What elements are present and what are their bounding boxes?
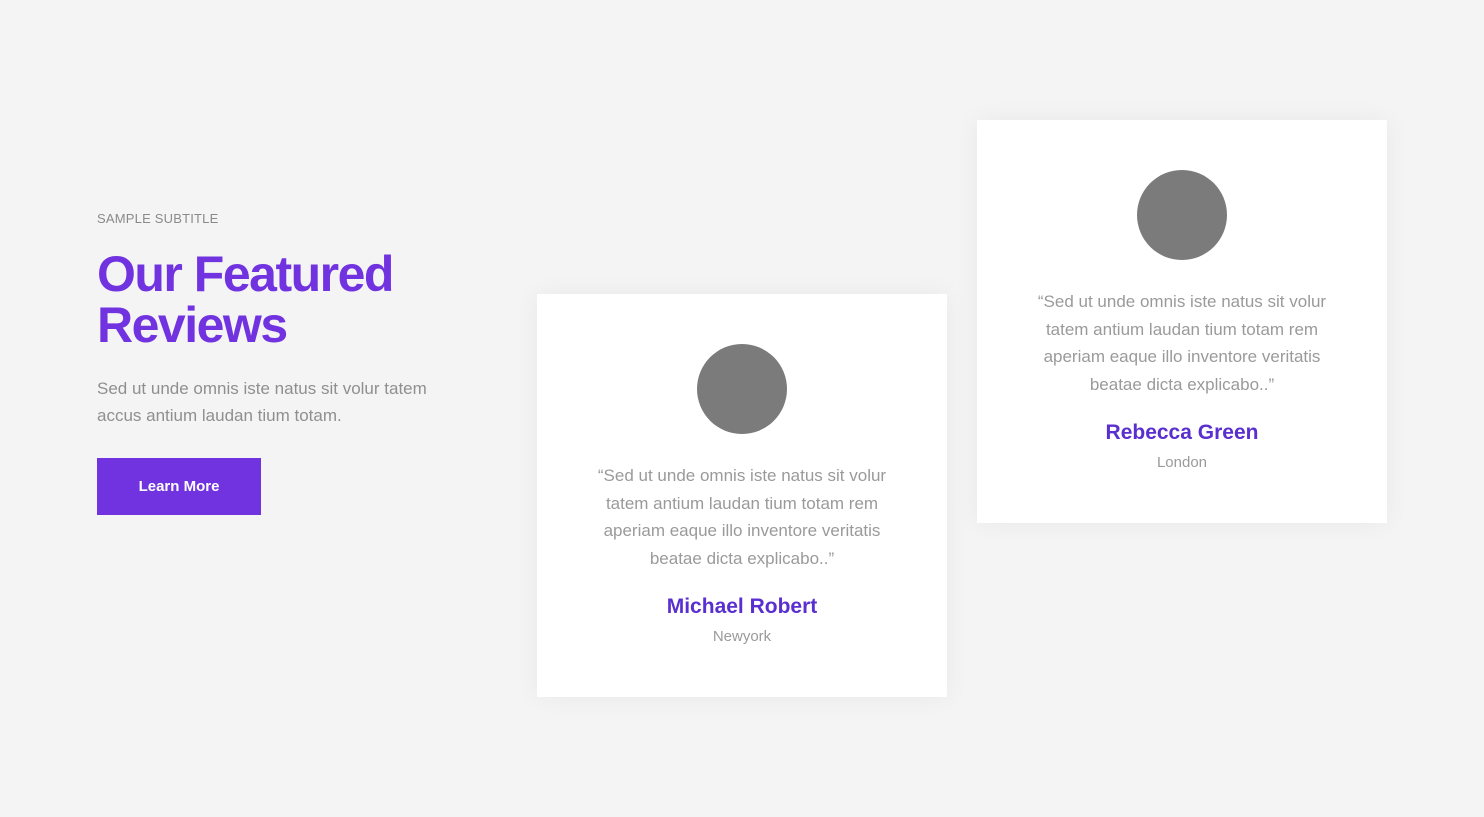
intro-section: SAMPLE SUBTITLE Our Featured Reviews Sed… <box>97 211 477 515</box>
avatar <box>697 344 787 434</box>
avatar <box>1137 170 1227 260</box>
page: SAMPLE SUBTITLE Our Featured Reviews Sed… <box>0 0 1484 817</box>
review-quote: “Sed ut unde omnis iste natus sit volur … <box>1037 292 1327 394</box>
review-card-rebecca-green: “Sed ut unde omnis iste natus sit volur … <box>977 120 1387 523</box>
reviewer-location: London <box>1156 454 1208 471</box>
reviewer-name: Michael Robert <box>666 595 818 618</box>
section-subtitle: SAMPLE SUBTITLE <box>97 211 219 226</box>
review-quote: “Sed ut unde omnis iste natus sit volur … <box>597 466 887 568</box>
reviewer-location: Newyork <box>712 628 772 645</box>
section-title: Our Featured Reviews <box>97 249 477 351</box>
section-title-line-2: Reviews <box>97 297 288 353</box>
section-description: Sed ut unde omnis iste natus sit volur t… <box>97 379 427 425</box>
reviewer-name: Rebecca Green <box>1105 421 1259 444</box>
learn-more-button[interactable]: Learn More <box>97 458 261 515</box>
section-title-line-1: Our Featured <box>97 246 394 302</box>
review-card-michael-robert: “Sed ut unde omnis iste natus sit volur … <box>537 294 947 697</box>
